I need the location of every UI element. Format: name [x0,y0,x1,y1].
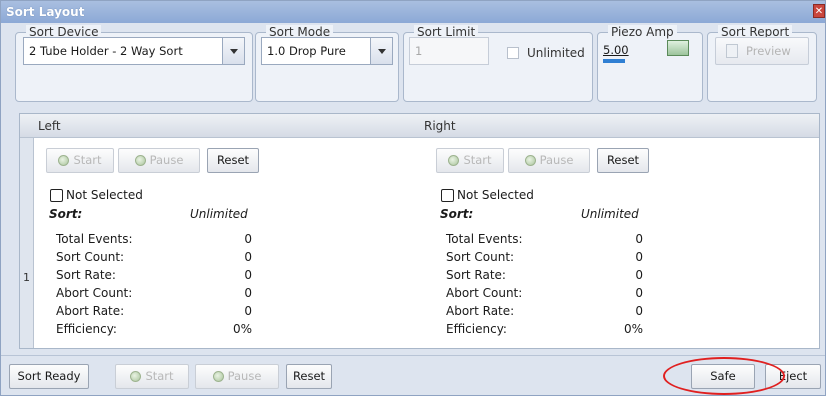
stat-label: Sort Rate: [56,268,116,282]
bottom-pause-label: Pause [227,369,262,383]
stat-label: Sort Rate: [446,268,506,282]
preview-button[interactable]: Preview [715,37,809,65]
stat-label: Abort Count: [56,286,133,300]
sort-limit-value: 1 [415,44,423,58]
close-button[interactable]: ✕ [813,4,825,18]
right-start-button[interactable]: Start [436,148,504,173]
sort-mode-combo[interactable]: 1.0 Drop Pure [261,37,393,65]
stat-value: 0 [635,250,643,264]
preview-label: Preview [746,44,791,58]
right-pause-button[interactable]: Pause [508,148,590,173]
stat-value: 0 [244,286,252,300]
right-reset-button[interactable]: Reset [597,148,649,173]
status-led-icon [524,155,536,166]
right-start-label: Start [463,153,492,167]
left-sort-value: Unlimited [190,207,248,221]
right-reset-label: Reset [606,153,640,167]
stat-value: 0 [244,250,252,264]
stat-label: Abort Count: [446,286,523,300]
bottom-pause-button[interactable]: Pause [195,364,279,389]
stat-label: Efficiency: [56,322,117,336]
stat-value: 0 [635,268,643,282]
sort-device-value: 2 Tube Holder - 2 Way Sort [29,44,183,58]
status-led-icon [134,155,146,166]
stat-label: Efficiency: [446,322,507,336]
piezo-amp-label: Piezo Amp [608,25,677,39]
stat-value: 0 [635,286,643,300]
column-header-left: Left [38,119,61,133]
safe-highlight-annotation [663,357,785,395]
grid-header: Left Right [20,114,819,138]
unlimited-checkbox[interactable] [507,47,519,59]
bottom-reset-label: Reset [292,369,326,383]
status-led-icon [130,371,142,382]
right-not-selected-checkbox[interactable] [441,189,454,202]
left-pause-button[interactable]: Pause [118,148,200,173]
stat-label: Sort Count: [56,250,125,264]
left-start-button[interactable]: Start [46,148,114,173]
status-led-icon [58,155,70,166]
column-header-right: Right [424,119,456,133]
sort-layout-window: Sort Layout ✕ Sort Device 2 Tube Holder … [0,0,826,396]
sort-grid: Left Right 1 Start Pause Reset Not Selec… [19,113,820,349]
right-sort-label: Sort: [440,207,474,221]
stat-value: 0 [244,268,252,282]
left-sort-label: Sort: [49,207,83,221]
row-number: 1 [23,271,30,284]
stat-value: 0 [244,232,252,246]
window-title: Sort Layout [6,5,85,19]
stat-value: 0 [244,304,252,318]
stat-value: 0 [635,304,643,318]
piezo-spinner-icon[interactable] [667,40,689,56]
stat-label: Total Events: [446,232,523,246]
stat-label: Abort Rate: [56,304,125,318]
stat-value: 0 [635,232,643,246]
piezo-amp-value: 5.00 [603,43,629,57]
stat-value: 0% [623,322,643,336]
stat-label: Abort Rate: [446,304,515,318]
left-reset-label: Reset [216,153,250,167]
status-led-icon [448,155,460,166]
sort-limit-input[interactable]: 1 [409,37,489,65]
unlimited-label: Unlimited [527,46,585,60]
sort-ready-button[interactable]: Sort Ready [9,364,89,389]
sort-mode-value: 1.0 Drop Pure [267,44,346,58]
stat-label: Sort Count: [446,250,515,264]
left-pause-label: Pause [149,153,184,167]
sort-device-combo[interactable]: 2 Tube Holder - 2 Way Sort [23,37,245,65]
sort-ready-label: Sort Ready [17,369,81,383]
stat-value: 0% [232,322,252,336]
bottom-start-button[interactable]: Start [115,364,189,389]
left-reset-button[interactable]: Reset [207,148,259,173]
title-bar: Sort Layout ✕ [1,1,825,23]
status-led-icon [212,371,224,382]
left-not-selected-checkbox[interactable] [50,189,63,202]
chevron-down-icon[interactable] [222,38,244,64]
left-not-selected-label: Not Selected [66,188,143,202]
right-sort-value: Unlimited [581,207,639,221]
document-icon [726,44,738,58]
left-start-label: Start [73,153,102,167]
right-pause-label: Pause [539,153,574,167]
bottom-start-label: Start [145,369,174,383]
stat-label: Total Events: [56,232,133,246]
bottom-reset-button[interactable]: Reset [286,364,332,389]
piezo-amp-indicator [603,59,625,63]
row-header: 1 [20,138,34,348]
chevron-down-icon[interactable] [370,38,392,64]
right-not-selected-label: Not Selected [457,188,534,202]
